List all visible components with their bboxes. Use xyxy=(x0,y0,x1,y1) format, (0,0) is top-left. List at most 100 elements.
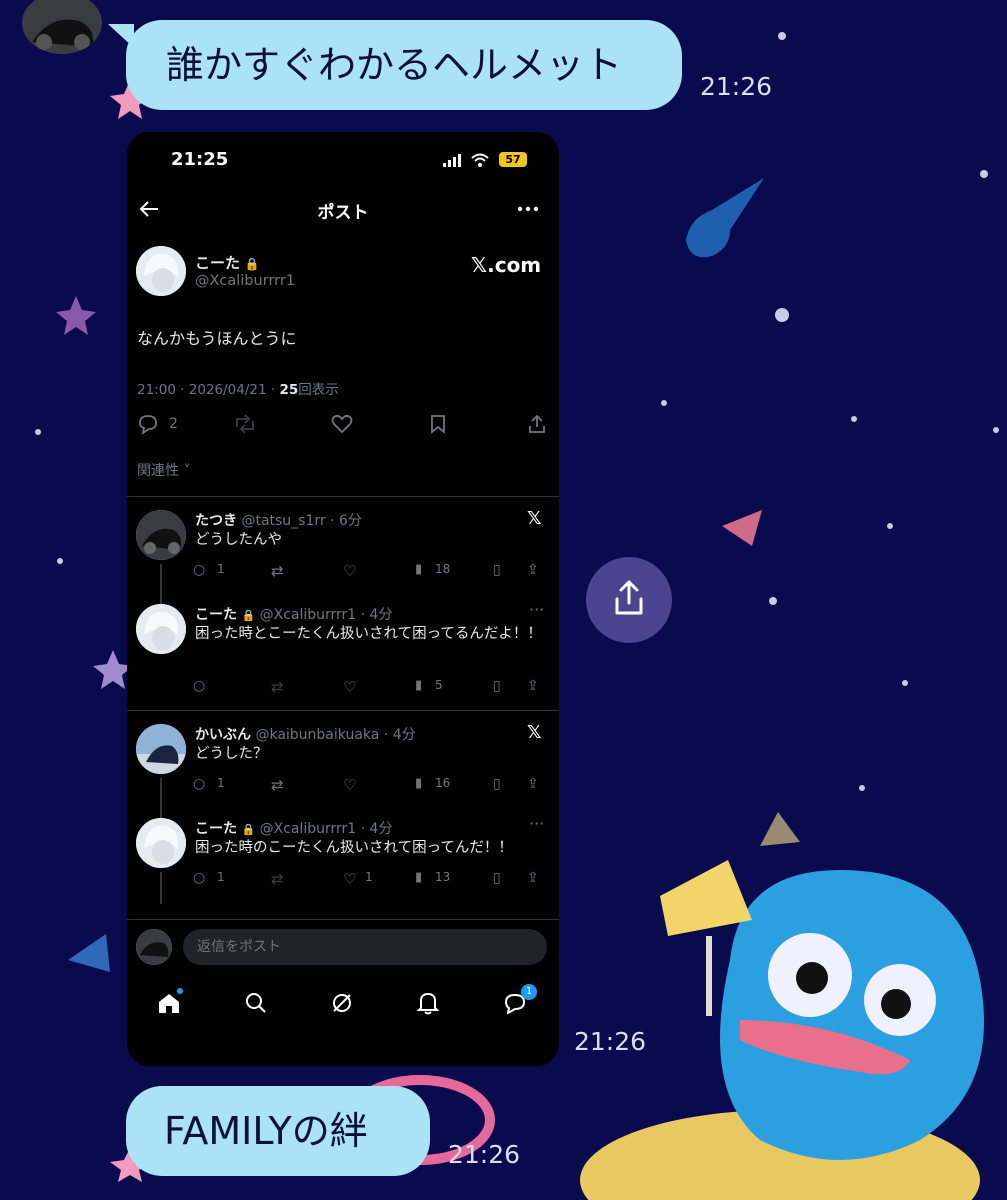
reply-avatar[interactable] xyxy=(136,604,186,654)
view-count: 5 xyxy=(435,678,443,692)
status-bar: 21:25 57 xyxy=(127,132,559,188)
reply-handle: @Xcaliburrrr1 · 4分 xyxy=(259,607,393,623)
reply-avatar[interactable] xyxy=(136,818,186,868)
more-icon[interactable]: ··· xyxy=(529,814,544,833)
reply-actions: ○ 1 ⇄ ♡ 1 ▮ 13 ▯ ⇪ xyxy=(193,868,547,890)
view-count: 25 xyxy=(279,382,299,398)
view-count: 13 xyxy=(435,870,451,884)
views-icon[interactable]: ▮ xyxy=(415,562,422,577)
divider xyxy=(127,710,559,711)
reply-text: 困った時とこーたくん扱いされて困ってるんだよ！！ xyxy=(195,626,542,642)
share-icon xyxy=(615,580,643,615)
post-header: ポスト xyxy=(127,190,559,230)
reply-icon[interactable]: ○ xyxy=(193,870,205,886)
repost-icon[interactable] xyxy=(233,414,257,434)
reply-name: こーた xyxy=(195,821,237,837)
lock-icon: 🔒 xyxy=(244,257,260,271)
notifications-icon[interactable] xyxy=(417,991,439,1015)
share-button[interactable] xyxy=(586,557,672,643)
post-timestamp: 21:00 · 2026/04/21 · xyxy=(137,382,280,398)
reply-compose-input[interactable]: 返信をポスト xyxy=(183,929,547,965)
message-bubble[interactable]: 誰かすぐわかるヘルメット xyxy=(126,20,682,110)
more-icon[interactable] xyxy=(517,206,539,212)
divider xyxy=(127,496,559,497)
home-icon[interactable] xyxy=(157,992,181,1014)
views-icon[interactable]: ▮ xyxy=(415,678,422,693)
share-icon[interactable]: ⇪ xyxy=(527,562,539,578)
share-icon[interactable]: ⇪ xyxy=(527,776,539,792)
grok-icon[interactable] xyxy=(330,992,354,1014)
reply-icon[interactable] xyxy=(137,414,159,434)
share-icon[interactable] xyxy=(527,414,547,434)
repost-icon[interactable]: ⇄ xyxy=(271,562,284,580)
reply-actions: ○ ⇄ ♡ ▮ 5 ▯ ⇪ xyxy=(193,676,547,698)
reply-handle: @Xcaliburrrr1 · 4分 xyxy=(259,821,393,837)
bookmark-icon[interactable]: ▯ xyxy=(493,776,501,792)
divider xyxy=(127,919,559,920)
view-count: 16 xyxy=(435,776,451,790)
source-label: 𝕏.com xyxy=(471,253,542,277)
reply-handle: @tatsu_s1rr · 6分 xyxy=(241,513,362,529)
repost-icon[interactable]: ⇄ xyxy=(271,678,284,696)
like-icon[interactable]: ♡ xyxy=(343,678,356,696)
search-icon[interactable] xyxy=(245,992,267,1014)
page-title: ポスト xyxy=(317,203,369,223)
reply-name: かいぶん xyxy=(195,727,251,743)
like-count: 1 xyxy=(365,870,373,884)
repost-icon[interactable]: ⇄ xyxy=(271,776,284,794)
signal-icon xyxy=(443,154,461,167)
thread-line xyxy=(160,872,162,904)
reply-name: たつき xyxy=(195,513,237,529)
author-avatar[interactable] xyxy=(136,246,186,296)
reply-icon[interactable]: ○ xyxy=(193,562,205,578)
reply-icon[interactable]: ○ xyxy=(193,776,205,792)
bookmark-icon[interactable]: ▯ xyxy=(493,870,501,886)
reply-count: 2 xyxy=(169,416,178,432)
author-name-row: こーた 🔒 xyxy=(195,252,260,273)
message-time: 21:26 xyxy=(574,1027,647,1056)
views-icon[interactable]: ▮ xyxy=(415,870,422,885)
like-icon[interactable]: ♡ xyxy=(343,870,356,888)
post-meta: 21:00 · 2026/04/21 · 25回表示 xyxy=(137,378,339,398)
x-logo-icon: 𝕏 xyxy=(527,722,542,743)
reply-count: 1 xyxy=(217,776,225,790)
more-icon[interactable]: ··· xyxy=(529,600,544,619)
post-body: なんかもうほんとうに xyxy=(137,329,297,348)
author-handle[interactable]: @Xcaliburrrr1 xyxy=(195,273,295,289)
bookmark-icon[interactable]: ▯ xyxy=(493,562,501,578)
message-time: 21:26 xyxy=(700,72,773,101)
like-icon[interactable]: ♡ xyxy=(343,776,356,794)
reply-text: どうした？ xyxy=(195,746,268,762)
x-logo-icon: 𝕏 xyxy=(527,508,542,529)
bookmark-icon[interactable]: ▯ xyxy=(493,678,501,694)
author-name[interactable]: こーた xyxy=(195,254,240,272)
views-icon[interactable]: ▮ xyxy=(415,776,422,791)
bookmark-icon[interactable] xyxy=(429,414,447,434)
sort-dropdown[interactable]: 関連性 ˅ xyxy=(137,460,190,480)
reply-actions: ○ 1 ⇄ ♡ ▮ 18 ▯ ⇪ xyxy=(193,560,547,582)
shared-screenshot[interactable]: 21:25 57 ポスト こーた 🔒 @Xcaliburrrr1 𝕏.com な… xyxy=(127,132,559,1066)
repost-icon[interactable]: ⇄ xyxy=(271,870,284,888)
message-time: 21:26 xyxy=(448,1140,521,1169)
reply-avatar[interactable] xyxy=(136,510,186,560)
chevron-down-icon: ˅ xyxy=(179,463,191,479)
post-actions: 2 xyxy=(137,414,549,436)
share-icon[interactable]: ⇪ xyxy=(527,870,539,886)
reply-text: 困った時のこーたくん扱いされて困ってんだ！！ xyxy=(195,840,513,856)
tab-bar: 1 xyxy=(127,980,559,1030)
wifi-icon xyxy=(471,153,489,167)
sort-label: 関連性 xyxy=(137,463,179,479)
like-icon[interactable]: ♡ xyxy=(343,562,356,580)
lock-icon: 🔒 xyxy=(241,609,256,622)
reply-icon[interactable]: ○ xyxy=(193,678,205,694)
reply-count: 1 xyxy=(217,562,225,576)
home-badge-dot xyxy=(177,988,183,994)
message-bubble[interactable]: FAMILYの絆 xyxy=(126,1086,430,1176)
reply-name: こーた xyxy=(195,607,237,623)
like-icon[interactable] xyxy=(331,414,353,434)
share-icon[interactable]: ⇪ xyxy=(527,678,539,694)
reply-avatar[interactable] xyxy=(136,724,186,774)
reply-actions: ○ 1 ⇄ ♡ ▮ 16 ▯ ⇪ xyxy=(193,774,547,796)
reply-count: 1 xyxy=(217,870,225,884)
compose-avatar xyxy=(136,929,172,965)
